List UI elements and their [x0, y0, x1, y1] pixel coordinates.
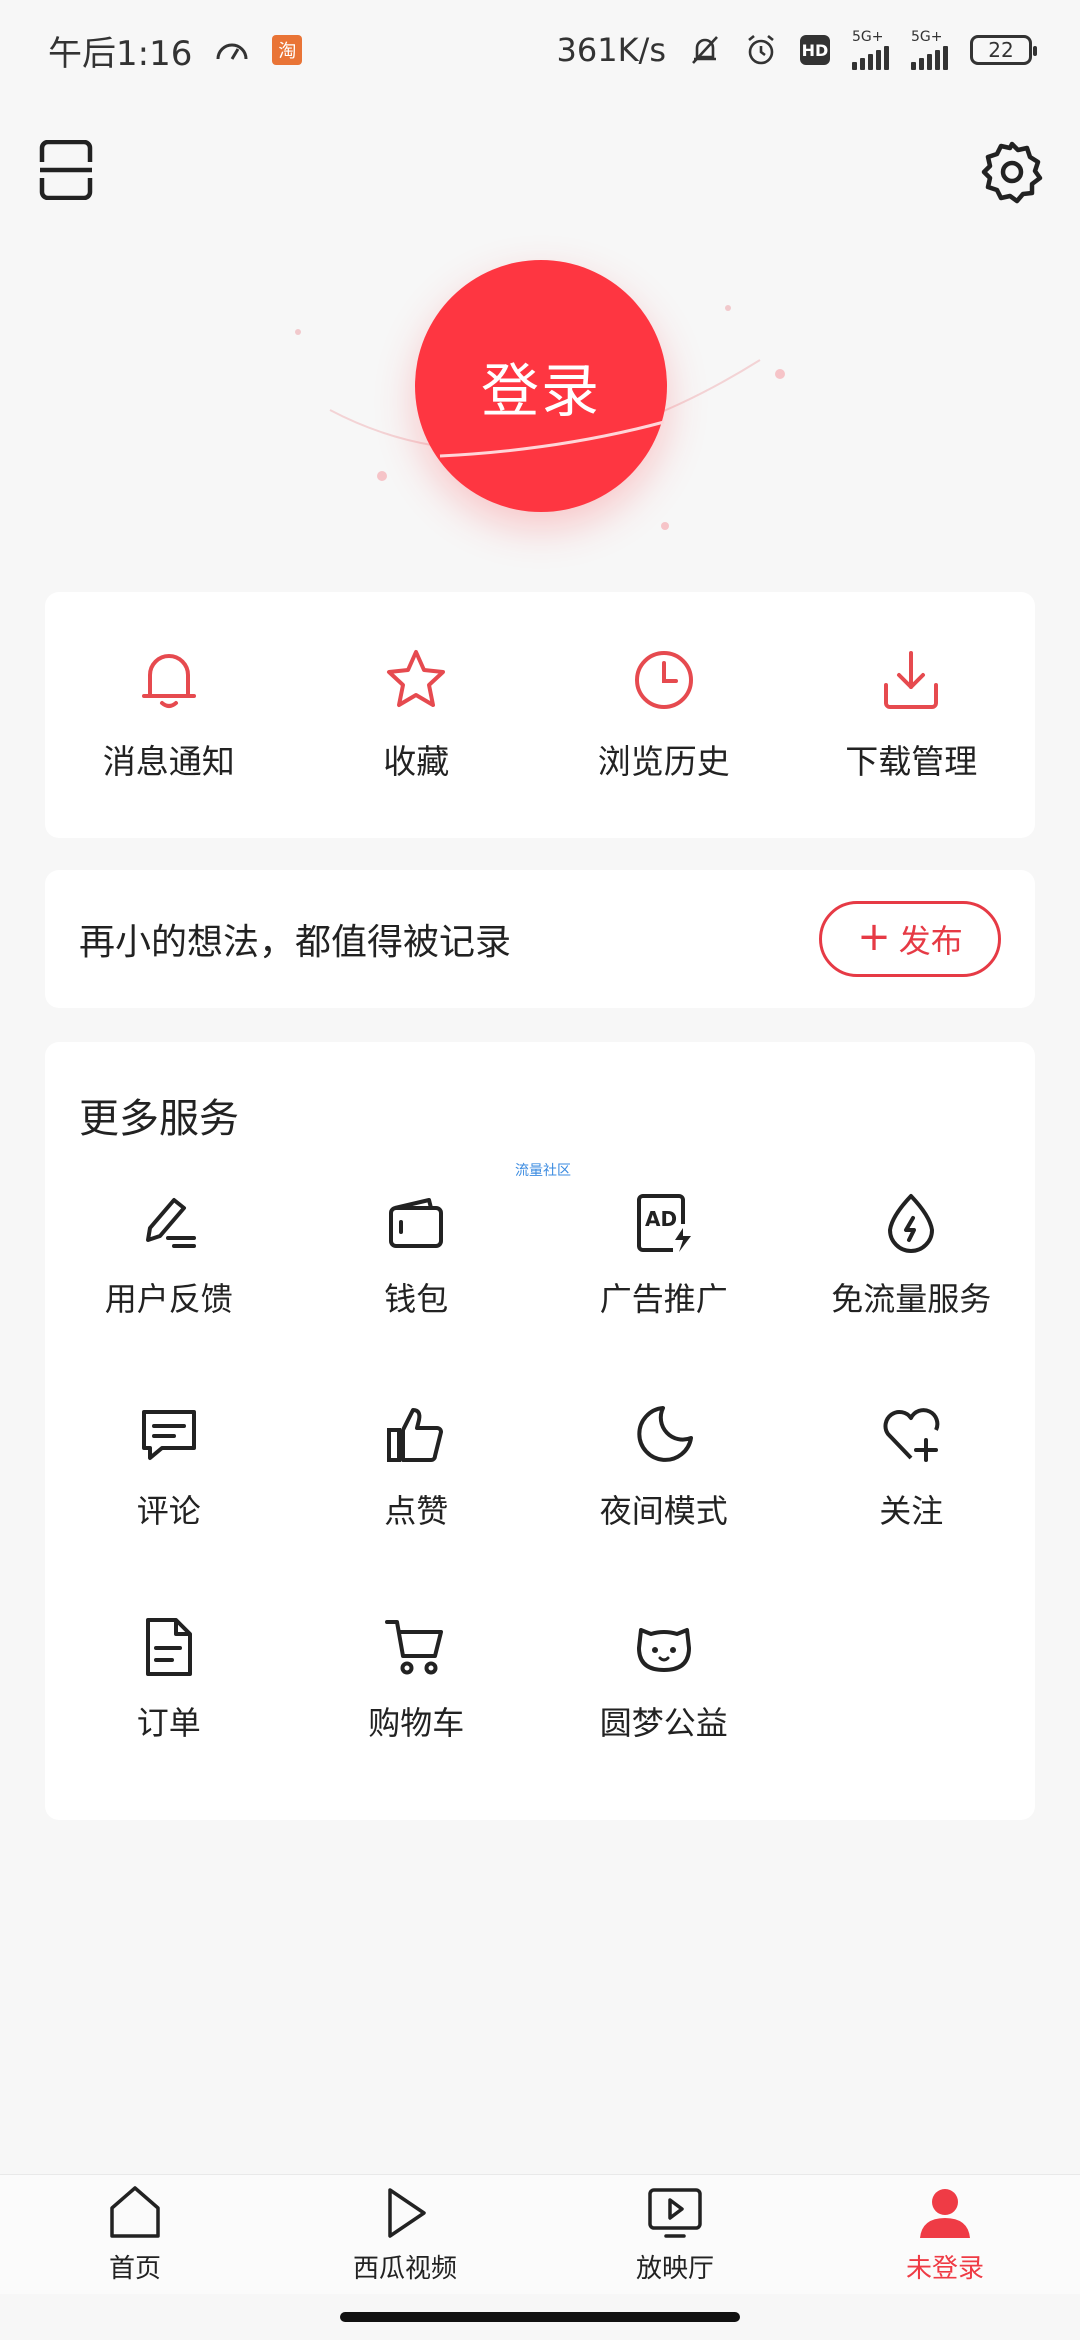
service-charity[interactable]: 圆梦公益: [540, 1616, 788, 1828]
cat-face-icon: [636, 1628, 691, 1672]
service-label: 关注: [879, 1492, 944, 1530]
services-row: 用户反馈 钱包 AD 广告推广 免流量服务: [45, 1192, 1035, 1404]
network-speed: 361K/s: [556, 31, 666, 69]
nav-home[interactable]: 首页: [0, 2175, 270, 2294]
network-type-1: 5G+: [852, 29, 884, 45]
drop-icon: [888, 1194, 935, 1253]
nav-label: 西瓜视频: [352, 2254, 457, 2284]
clock-icon: [634, 651, 693, 709]
service-label: 用户反馈: [104, 1280, 233, 1318]
nav-label: 首页: [108, 2254, 161, 2284]
thumb-up-icon: [387, 1408, 444, 1462]
more-services-card: 更多服务 流量社区 用户反馈 钱包 AD 广告推广 免流量服务 评论 点赞 夜间…: [45, 1042, 1035, 1820]
network-type-2: 5G+: [911, 29, 943, 45]
star-icon: [387, 650, 446, 707]
scan-icon[interactable]: [38, 140, 94, 200]
services-row: 订单 购物车 圆梦公益: [45, 1616, 1035, 1828]
user-icon: [920, 2189, 970, 2238]
service-free-data[interactable]: 免流量服务: [788, 1192, 1036, 1404]
taobao-icon: 淘: [272, 35, 303, 65]
quick-label: 下载管理: [845, 742, 978, 781]
service-follow[interactable]: 关注: [788, 1404, 1036, 1616]
status-right: 361K/s HD 5G+ 5G+ 22: [556, 30, 1037, 70]
status-time: 午后1:16: [48, 33, 193, 74]
ad-icon: AD: [636, 1194, 691, 1252]
service-label: 钱包: [384, 1280, 449, 1318]
post-prompt: 再小的想法，都值得被记录: [79, 922, 512, 963]
service-night-mode[interactable]: 夜间模式: [540, 1404, 788, 1616]
service-label: 购物车: [368, 1704, 465, 1742]
service-label: 免流量服务: [831, 1280, 992, 1318]
quick-label: 收藏: [383, 742, 450, 781]
home-icon: [110, 2186, 160, 2238]
top-actions: [0, 140, 1080, 210]
comment-icon: [141, 1410, 196, 1460]
speedometer-icon: [216, 43, 248, 60]
nav-theater[interactable]: 放映厅: [540, 2175, 810, 2294]
service-label: 订单: [136, 1704, 201, 1742]
login-button[interactable]: 登录: [415, 260, 667, 512]
nav-not-logged-in[interactable]: 未登录: [810, 2175, 1080, 2294]
quick-label: 浏览历史: [597, 742, 730, 781]
publish-button[interactable]: + 发布: [819, 901, 1001, 977]
service-empty-slot: [788, 1616, 1036, 1828]
service-comments[interactable]: 评论: [45, 1404, 293, 1616]
alarm-icon: [748, 34, 774, 65]
post-card: 再小的想法，都值得被记录 + 发布: [45, 870, 1035, 1008]
services-grid: 用户反馈 钱包 AD 广告推广 免流量服务 评论 点赞 夜间模式 关注 订单 购…: [45, 1192, 1035, 1828]
signal-1: 5G+: [852, 30, 889, 70]
nav-label: 放映厅: [635, 2254, 714, 2284]
document-icon: [145, 1618, 192, 1676]
signal-bars-icon: [911, 44, 948, 70]
wallet-icon: [389, 1198, 444, 1248]
bell-off-icon: [692, 36, 718, 64]
signal-2: 5G+: [911, 30, 948, 70]
service-label: 夜间模式: [599, 1492, 728, 1530]
heart-plus-icon: [883, 1408, 940, 1462]
status-bar: 午后1:16 淘 361K/s HD 5G+ 5G+ 22: [0, 0, 1080, 100]
service-label: 点赞: [384, 1492, 449, 1530]
home-indicator[interactable]: [340, 2312, 740, 2322]
play-icon: [388, 2188, 426, 2238]
moon-icon: [637, 1406, 693, 1462]
quick-item-favorites[interactable]: 收藏: [293, 592, 541, 838]
login-area: 登录: [0, 250, 1080, 550]
gear-icon[interactable]: [980, 140, 1044, 204]
pencil-icon: [145, 1198, 196, 1248]
services-row: 评论 点赞 夜间模式 关注: [45, 1404, 1035, 1616]
publish-label: 发布: [898, 922, 963, 960]
nav-label: 未登录: [905, 2254, 984, 2284]
hd-badge: HD: [800, 35, 830, 65]
watermark-text: 流量社区: [515, 1163, 571, 1179]
plus-icon: +: [857, 914, 891, 960]
quick-item-notifications[interactable]: 消息通知: [45, 592, 293, 838]
svg-text:AD: AD: [645, 1207, 677, 1231]
quick-item-downloads[interactable]: 下载管理: [788, 592, 1036, 838]
bell-icon: [141, 654, 196, 708]
service-orders[interactable]: 订单: [45, 1616, 293, 1828]
section-title: 更多服务: [79, 1096, 239, 1142]
service-wallet[interactable]: 钱包: [293, 1192, 541, 1404]
service-feedback[interactable]: 用户反馈: [45, 1192, 293, 1404]
signal-bars-icon: [852, 44, 889, 70]
service-label: 广告推广: [599, 1280, 728, 1318]
battery-level: 22: [988, 38, 1014, 62]
service-cart[interactable]: 购物车: [293, 1616, 541, 1828]
service-ads[interactable]: AD 广告推广: [540, 1192, 788, 1404]
service-likes[interactable]: 点赞: [293, 1404, 541, 1616]
nav-xigua-video[interactable]: 西瓜视频: [270, 2175, 540, 2294]
bottom-navigation: 首页 西瓜视频 放映厅 未登录: [0, 2174, 1080, 2294]
login-label: 登录: [480, 357, 601, 425]
quick-access-card: 消息通知 收藏 浏览历史 下载管理: [45, 592, 1035, 838]
battery-icon: 22: [970, 35, 1037, 65]
quick-label: 消息通知: [102, 742, 235, 781]
quick-item-history[interactable]: 浏览历史: [540, 592, 788, 838]
service-label: 圆梦公益: [599, 1704, 728, 1742]
status-left: 午后1:16 淘: [48, 26, 303, 75]
service-label: 评论: [136, 1492, 201, 1530]
download-icon: [884, 651, 939, 709]
cart-icon: [385, 1620, 444, 1675]
tv-play-icon: [648, 2188, 702, 2238]
